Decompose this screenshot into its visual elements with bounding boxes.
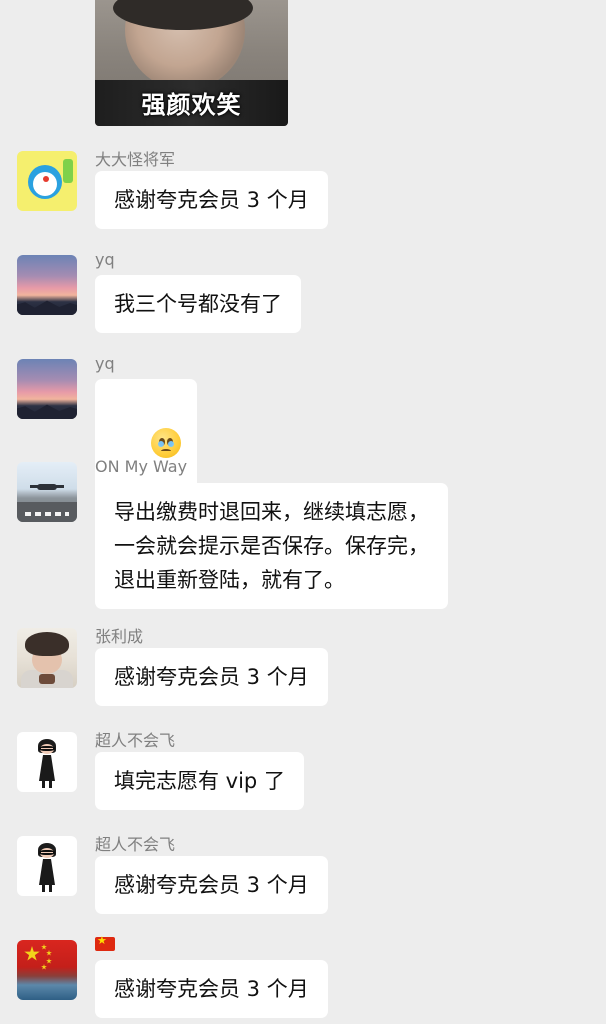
message-bubble[interactable]: 填完志愿有 vip 了 — [95, 752, 304, 810]
sender-name: yq — [95, 354, 115, 373]
pleading-face-icon — [151, 428, 182, 458]
avatar-cup — [39, 674, 55, 684]
message-bubble[interactable]: 我三个号都没有了 — [95, 275, 301, 333]
message-bubble[interactable]: 导出缴费时退回来，继续填志愿， 一会就会提示是否保存。保存完， 退出重新登陆，就… — [95, 483, 448, 609]
flag-star — [46, 950, 52, 956]
avatar-hair — [25, 632, 69, 656]
sender-name: 超人不会飞 — [95, 835, 176, 854]
runway-avatar-icon[interactable] — [17, 462, 77, 522]
sunset-mountain-avatar-icon[interactable] — [17, 255, 77, 315]
chat-history: 强颜欢笑 大大怪将军 感谢夸克会员 3 个月 yq 我三个号都没有了 yq ON… — [0, 0, 606, 1024]
flag-star — [41, 964, 47, 970]
doraemon-avatar-icon[interactable] — [17, 151, 77, 211]
emoji-tear — [168, 441, 175, 447]
emoji-tear — [158, 441, 165, 447]
avatar-nose — [43, 176, 49, 182]
avatar-glasses — [39, 850, 55, 855]
china-flag-icon — [95, 934, 115, 951]
avatar-plane — [37, 484, 57, 490]
message-bubble[interactable]: 感谢夸克会员 3 个月 — [95, 171, 328, 229]
avatar-runway-lines — [25, 512, 69, 516]
sender-name: 超人不会飞 — [95, 731, 176, 750]
avatar-dress — [39, 755, 55, 781]
avatar-legs — [42, 885, 52, 892]
sticker-image[interactable]: 强颜欢笑 — [95, 0, 288, 126]
flag-star — [41, 944, 47, 950]
message-bubble[interactable]: 感谢夸克会员 3 个月 — [95, 856, 328, 914]
avatar-dress — [39, 859, 55, 885]
sunset-mountain-avatar-icon[interactable] — [17, 359, 77, 419]
flag-star — [24, 946, 40, 961]
person-photo-avatar-icon[interactable] — [17, 628, 77, 688]
sender-name — [95, 934, 115, 954]
message-item: 大大怪将军 感谢夸克会员 3 个月 — [0, 150, 606, 229]
avatar-mountain — [17, 404, 77, 419]
china-flag-avatar-icon[interactable] — [17, 940, 77, 1000]
edna-mode-avatar-icon[interactable] — [17, 732, 77, 792]
sender-name: 大大怪将军 — [95, 150, 176, 169]
edna-mode-avatar-icon[interactable] — [17, 836, 77, 896]
emoji-mouth — [161, 449, 172, 453]
avatar-glasses — [39, 746, 55, 751]
sender-name: ON My Way — [95, 457, 188, 476]
avatar-decoration — [63, 159, 73, 183]
sender-name: 张利成 — [95, 627, 144, 646]
flag-star — [46, 958, 52, 964]
sender-name: yq — [95, 250, 115, 269]
message-bubble[interactable]: 感谢夸克会员 3 个月 — [95, 960, 328, 1018]
sticker-caption: 强颜欢笑 — [141, 90, 242, 119]
avatar-mountain — [17, 300, 77, 315]
message-bubble[interactable]: 感谢夸克会员 3 个月 — [95, 648, 328, 706]
avatar-legs — [42, 781, 52, 788]
